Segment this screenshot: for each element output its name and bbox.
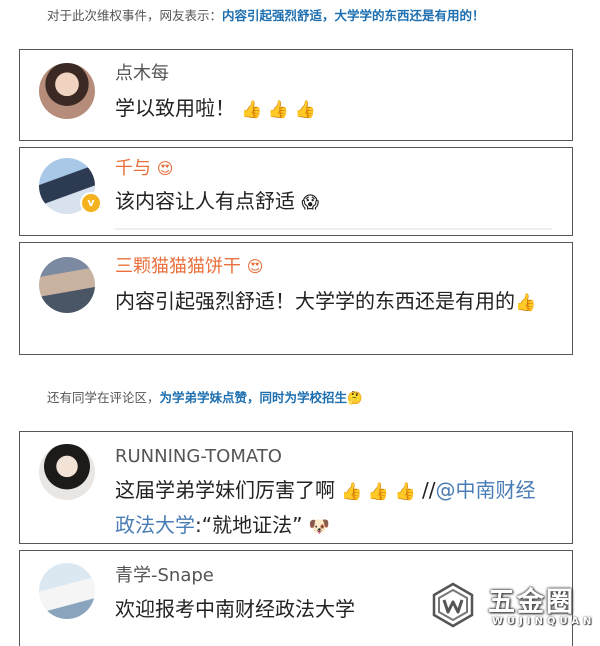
watermark-subtitle: WUJINQUAN bbox=[492, 616, 596, 627]
caption-students-prefix: 还有同学在评论区， bbox=[47, 390, 160, 405]
comment-text: 该内容让人有点舒适 😱 bbox=[115, 185, 552, 220]
comment-body: 这届学弟学妹们厉害了啊 bbox=[115, 478, 335, 502]
comment-text: 内容引起强烈舒适！大学学的东西还是有用的👍 bbox=[115, 285, 552, 320]
comment-card: 点木每 学以致用啦！ 👍 👍 👍 bbox=[19, 49, 573, 141]
scream-emoji-icon: 😱 bbox=[301, 193, 320, 213]
comment-text: 这届学弟学妹们厉害了啊 👍 👍 👍 //@中南财经政法大学:“就地证法” 🐶 bbox=[115, 474, 552, 544]
avatar[interactable] bbox=[39, 63, 95, 119]
caption-intro-highlight: 内容引起强烈舒适，大学学的东西还是有用的！ bbox=[222, 8, 485, 23]
comment-username[interactable]: 点木每 bbox=[115, 62, 169, 86]
comment-quote: :“就地证法” bbox=[195, 513, 303, 537]
caption-students-highlight: 为学弟学妹点赞，同时为学校招生 bbox=[159, 390, 348, 405]
thumbs-up-icon: 👍 👍 👍 bbox=[341, 482, 416, 502]
divider bbox=[115, 228, 552, 230]
comment-body: 欢迎报考中南财经政法大学 bbox=[115, 597, 355, 621]
comment-username[interactable]: 青学-Snape bbox=[115, 564, 214, 588]
heart-eyes-emoji-icon: 😍 bbox=[156, 159, 174, 178]
comment-username[interactable]: RUNNING-TOMATO bbox=[115, 445, 282, 469]
comment-username[interactable]: 千与 😍 bbox=[115, 157, 173, 181]
doge-emoji-icon: 🐶 bbox=[308, 517, 330, 537]
thumbs-up-icon: 👍 bbox=[515, 293, 537, 313]
comment-card: 三颗猫猫猫饼干 😍 内容引起强烈舒适！大学学的东西还是有用的👍 bbox=[19, 242, 573, 355]
caption-intro-prefix: 对于此次维权事件，网友表示： bbox=[47, 8, 223, 23]
comment-body: 该内容让人有点舒适 bbox=[115, 189, 295, 213]
thumbs-up-icon: 👍 👍 👍 bbox=[241, 100, 316, 120]
avatar[interactable] bbox=[39, 257, 95, 313]
comment-body: 学以致用啦！ bbox=[115, 96, 235, 120]
wujinquan-logo-icon bbox=[432, 582, 474, 628]
avatar[interactable] bbox=[39, 563, 95, 619]
watermark-title: 五金圈 bbox=[488, 587, 575, 618]
comment-text: 学以致用啦！ 👍 👍 👍 bbox=[115, 92, 552, 127]
comment-username-text: 三颗猫猫猫饼干 bbox=[115, 256, 241, 277]
repost-slashes: // bbox=[422, 478, 436, 502]
verified-badge-icon: v bbox=[80, 192, 102, 214]
comment-username[interactable]: 三颗猫猫猫饼干 😍 bbox=[115, 255, 263, 279]
caption-students: 还有同学在评论区，为学弟学妹点赞，同时为学校招生🤔 bbox=[47, 389, 363, 407]
caption-intro: 对于此次维权事件，网友表示：内容引起强烈舒适，大学学的东西还是有用的！ bbox=[47, 7, 485, 25]
comment-username-text: 千与 bbox=[115, 158, 151, 179]
avatar[interactable] bbox=[39, 444, 95, 500]
comment-card: v 千与 😍 该内容让人有点舒适 😱 bbox=[19, 147, 573, 236]
comment-card: RUNNING-TOMATO 这届学弟学妹们厉害了啊 👍 👍 👍 //@中南财经… bbox=[19, 431, 573, 544]
comment-body: 内容引起强烈舒适！大学学的东西还是有用的 bbox=[115, 289, 515, 313]
thinking-emoji-icon: 🤔 bbox=[347, 390, 363, 405]
heart-eyes-emoji-icon: 😍 bbox=[246, 257, 264, 276]
watermark: 五金圈 WUJINQUAN bbox=[430, 572, 600, 642]
